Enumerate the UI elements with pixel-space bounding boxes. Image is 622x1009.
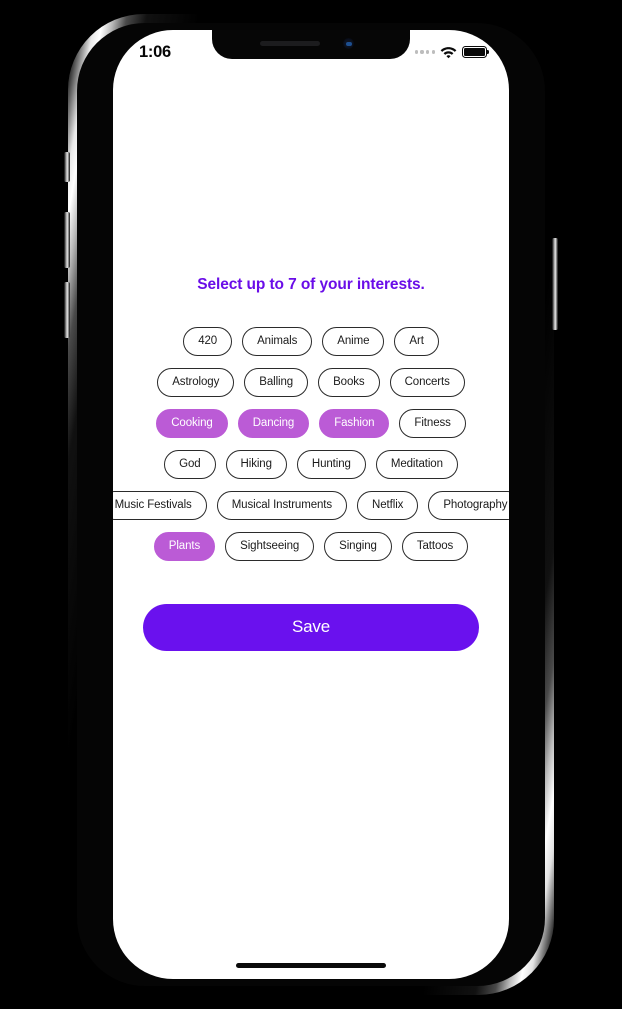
interest-chip-row: God Hiking Hunting Meditation bbox=[164, 450, 458, 479]
notch bbox=[212, 30, 410, 59]
interest-chip[interactable]: Photography bbox=[428, 491, 509, 520]
silent-switch-button[interactable] bbox=[64, 152, 70, 182]
interest-chip[interactable]: Singing bbox=[324, 532, 392, 561]
interest-chip[interactable]: Art bbox=[394, 327, 439, 356]
front-camera-icon bbox=[343, 38, 354, 49]
interest-chip[interactable]: Plants bbox=[153, 532, 216, 561]
interest-chip[interactable]: Books bbox=[318, 368, 380, 397]
interest-chip[interactable]: Fitness bbox=[399, 409, 466, 438]
interest-chip[interactable]: Concerts bbox=[389, 368, 465, 397]
interest-chip[interactable]: Music Festivals bbox=[113, 491, 207, 520]
page-title: Select up to 7 of your interests. bbox=[197, 276, 425, 293]
power-button[interactable] bbox=[552, 238, 558, 330]
interest-chip[interactable]: Tattoos bbox=[401, 532, 469, 561]
interests-screen: Select up to 7 of your interests. 420 Ani… bbox=[113, 30, 509, 979]
interest-chip-row: Plants Sightseeing Singing Tattoos bbox=[153, 532, 469, 561]
interest-chip-row: Cooking Dancing Fashion Fitness bbox=[156, 409, 466, 438]
interest-chip[interactable]: Hunting bbox=[296, 450, 366, 479]
volume-up-button[interactable] bbox=[64, 212, 70, 268]
interest-chip[interactable]: Astrology bbox=[157, 368, 235, 397]
interest-chip-row: Astrology Balling Books Concerts bbox=[157, 368, 465, 397]
earpiece-speaker-icon bbox=[260, 41, 320, 46]
interest-chip[interactable]: Cooking bbox=[156, 409, 228, 438]
interest-chip[interactable]: God bbox=[164, 450, 216, 479]
interest-chip-row: Music Festivals Musical Instruments Netfli… bbox=[113, 491, 509, 520]
interest-chip[interactable]: Balling bbox=[244, 368, 309, 397]
interest-chip[interactable]: Musical Instruments bbox=[216, 491, 348, 520]
interest-chip[interactable]: Anime bbox=[322, 327, 385, 356]
save-button[interactable]: Save bbox=[143, 603, 479, 651]
interest-chip[interactable]: Netflix bbox=[357, 491, 419, 520]
phone-screen: 1:06 Select up to 7 of your interests. 4… bbox=[113, 30, 509, 979]
interest-chip[interactable]: Fashion bbox=[319, 409, 390, 438]
home-indicator[interactable] bbox=[236, 963, 386, 968]
interest-chip[interactable]: Animals bbox=[242, 327, 313, 356]
interest-chip[interactable]: Dancing bbox=[237, 409, 310, 438]
interest-chip[interactable]: Meditation bbox=[375, 450, 458, 479]
interest-chip-row: 420 Animals Anime Art bbox=[183, 327, 439, 356]
interest-chip[interactable]: 420 bbox=[183, 327, 233, 356]
volume-down-button[interactable] bbox=[64, 282, 70, 338]
interest-chip[interactable]: Sightseeing bbox=[225, 532, 315, 561]
interest-chip-grid: 420 Animals Anime Art Astrology Balling Books C… bbox=[113, 327, 509, 561]
interest-chip[interactable]: Hiking bbox=[225, 450, 287, 479]
